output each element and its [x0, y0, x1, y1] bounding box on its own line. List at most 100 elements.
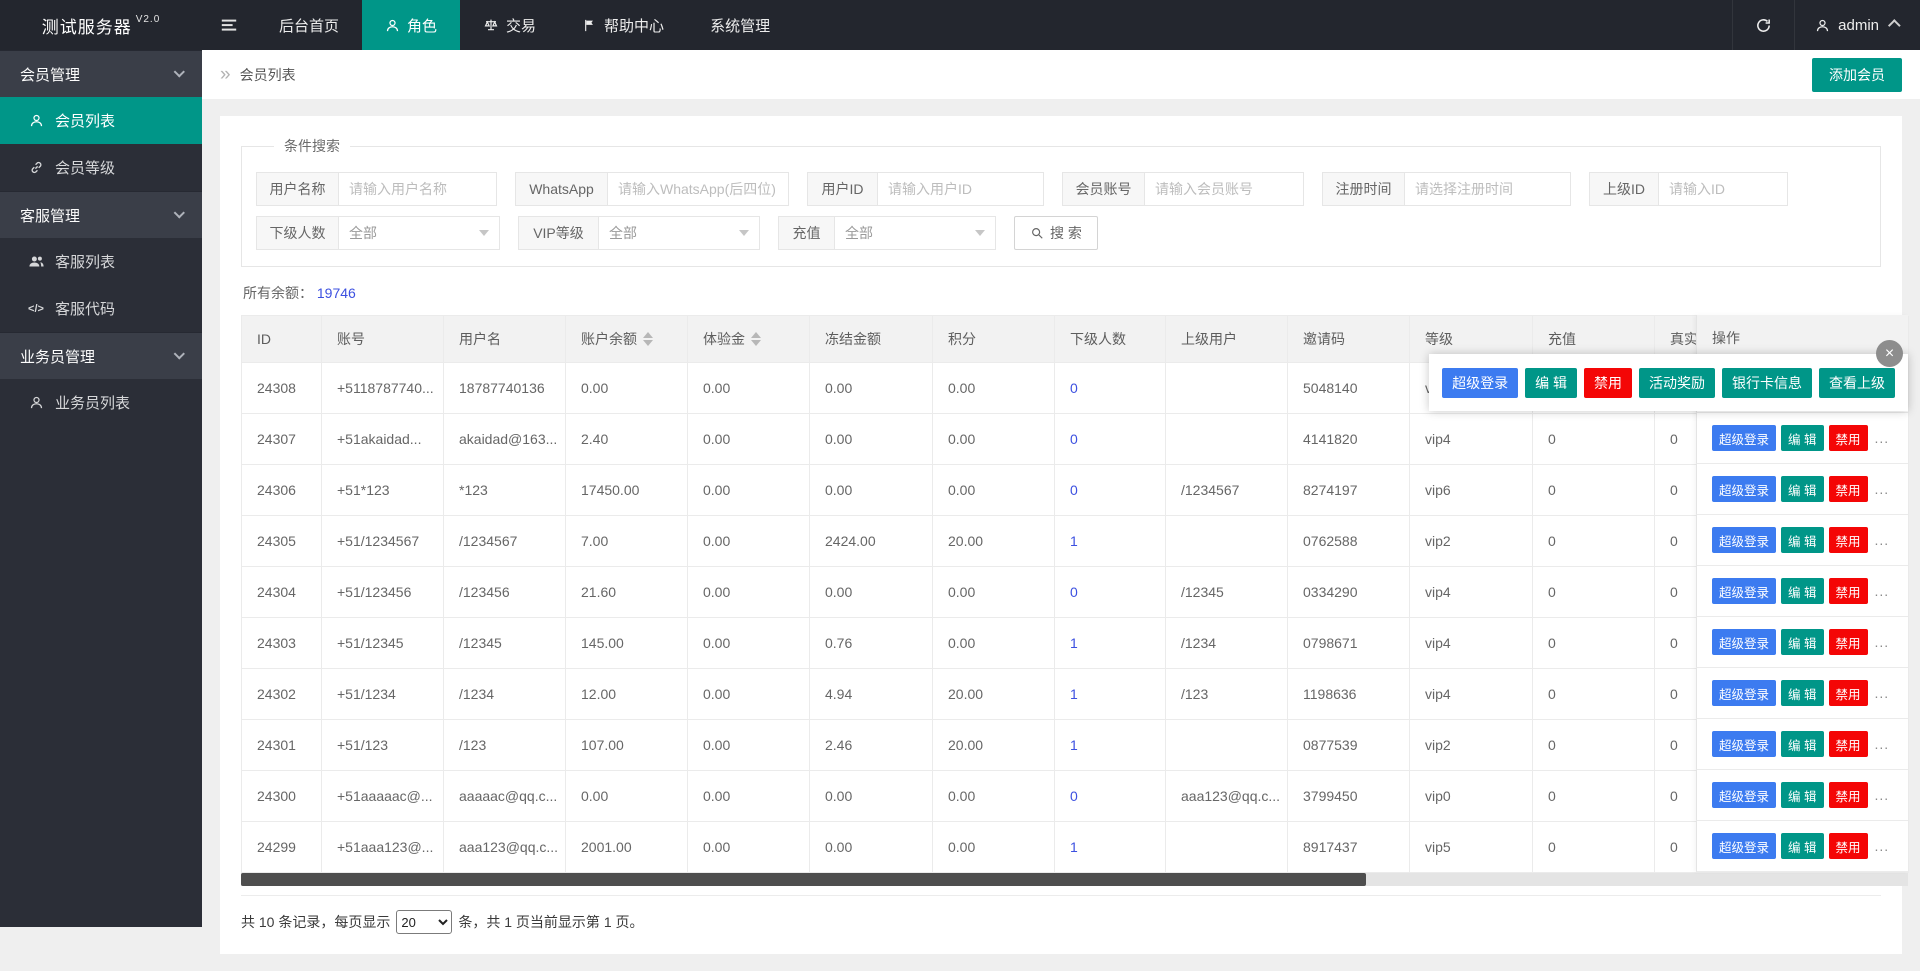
sidebar-section-member-management[interactable]: 会员管理 [0, 50, 202, 97]
super-login-button[interactable]: 超级登录 [1712, 476, 1776, 502]
cell-text: 0.76 [825, 635, 852, 651]
subordinate-count-link[interactable]: 0 [1070, 380, 1078, 396]
sidebar-section-salesman-management[interactable]: 业务员管理 [0, 332, 202, 379]
cell: 18787740136 [444, 363, 566, 414]
subordinate-count-link[interactable]: 0 [1070, 788, 1078, 804]
column-header: 冻结金额 [810, 316, 933, 363]
disable-button[interactable]: 禁用 [1829, 833, 1868, 859]
more-actions[interactable]: ... [1875, 736, 1890, 752]
subordinate-count-link[interactable]: 1 [1070, 635, 1078, 651]
super-login-button[interactable]: 超级登录 [1712, 833, 1776, 859]
more-actions[interactable]: ... [1875, 430, 1890, 446]
sidebar-item-member-level[interactable]: 会员等级 [0, 144, 202, 191]
nav-help[interactable]: 帮助中心 [559, 0, 687, 50]
edit-button[interactable]: 编 辑 [1781, 680, 1823, 706]
edit-button[interactable]: 编 辑 [1781, 782, 1823, 808]
bank-card-button[interactable]: 银行卡信息 [1722, 368, 1812, 398]
super-login-button[interactable]: 超级登录 [1712, 578, 1776, 604]
cell: 24300 [242, 771, 322, 822]
sidebar-item-service-list[interactable]: 客服列表 [0, 238, 202, 285]
refresh-button[interactable] [1732, 0, 1794, 50]
sort-icon[interactable] [751, 332, 761, 346]
nav-role[interactable]: 角色 [362, 0, 460, 50]
subordinate-select-dropdown[interactable]: 全部 [339, 217, 499, 249]
cell: vip2 [1410, 516, 1533, 567]
cell: +51akaidad... [322, 414, 444, 465]
member-account-field-input[interactable] [1145, 173, 1303, 205]
disable-button[interactable]: 禁用 [1829, 425, 1868, 451]
more-actions[interactable]: ... [1875, 481, 1890, 497]
recharge-select-dropdown[interactable]: 全部 [835, 217, 995, 249]
view-parent-button[interactable]: 查看上级 [1819, 368, 1895, 398]
disable-button[interactable]: 禁用 [1829, 629, 1868, 655]
add-member-button[interactable]: 添加会员 [1812, 58, 1902, 92]
nav-home[interactable]: 后台首页 [256, 0, 362, 50]
subordinate-count-link[interactable]: 0 [1070, 431, 1078, 447]
disable-button[interactable]: 禁用 [1829, 527, 1868, 553]
super-login-button[interactable]: 超级登录 [1712, 782, 1776, 808]
disable-button[interactable]: 禁用 [1829, 731, 1868, 757]
subordinate-count-link[interactable]: 1 [1070, 737, 1078, 753]
whatsapp-field-input[interactable] [608, 173, 788, 205]
super-login-button[interactable]: 超级登录 [1442, 368, 1518, 398]
user-icon [27, 395, 45, 410]
page-size-select[interactable]: 20 [396, 910, 452, 934]
balance-value[interactable]: 19746 [317, 285, 356, 301]
more-actions[interactable]: ... [1875, 838, 1890, 854]
nav-trade[interactable]: 交易 [460, 0, 559, 50]
disable-button[interactable]: 禁用 [1829, 578, 1868, 604]
cell: +51/1234567 [322, 516, 444, 567]
super-login-button[interactable]: 超级登录 [1712, 680, 1776, 706]
super-login-button[interactable]: 超级登录 [1712, 527, 1776, 553]
sort-icon[interactable] [643, 332, 653, 346]
search-button[interactable]: 搜 索 [1014, 216, 1098, 250]
userid-field-input[interactable] [878, 173, 1043, 205]
more-actions[interactable]: ... [1875, 685, 1890, 701]
super-login-button[interactable]: 超级登录 [1712, 425, 1776, 451]
cell: 0.00 [933, 822, 1055, 873]
parent-id-field-input[interactable] [1659, 173, 1787, 205]
edit-button[interactable]: 编 辑 [1781, 578, 1823, 604]
username-field-input[interactable] [339, 173, 496, 205]
more-actions[interactable]: ... [1875, 532, 1890, 548]
super-login-button[interactable]: 超级登录 [1712, 731, 1776, 757]
disable-button[interactable]: 禁用 [1829, 476, 1868, 502]
disable-button[interactable]: 禁用 [1829, 680, 1868, 706]
more-actions[interactable]: ... [1875, 634, 1890, 650]
register-time-field-input[interactable] [1405, 173, 1570, 205]
admin-menu[interactable]: admin [1794, 0, 1920, 50]
sidebar-section-service-management[interactable]: 客服管理 [0, 191, 202, 238]
horizontal-scrollbar-thumb[interactable] [241, 873, 1366, 886]
subordinate-count-link[interactable]: 0 [1070, 584, 1078, 600]
sidebar-item-service-code[interactable]: </>客服代码 [0, 285, 202, 332]
edit-button[interactable]: 编 辑 [1781, 833, 1823, 859]
more-actions[interactable]: ... [1875, 583, 1890, 599]
edit-button[interactable]: 编 辑 [1781, 731, 1823, 757]
sidebar-item-member-list[interactable]: 会员列表 [0, 97, 202, 144]
subordinate-select-label: 下级人数 [257, 217, 339, 249]
breadcrumb-bar: » 会员列表 添加会员 [202, 50, 1920, 99]
edit-button[interactable]: 编 辑 [1525, 368, 1577, 398]
nav-system[interactable]: 系统管理 [687, 0, 793, 50]
disable-button[interactable]: 禁用 [1829, 782, 1868, 808]
subordinate-count-link[interactable]: 0 [1070, 482, 1078, 498]
disable-button[interactable]: 禁用 [1584, 368, 1632, 398]
subordinate-count-link[interactable]: 1 [1070, 686, 1078, 702]
activity-reward-button[interactable]: 活动奖励 [1639, 368, 1715, 398]
more-actions[interactable]: ... [1875, 787, 1890, 803]
close-button[interactable]: × [1876, 340, 1903, 367]
edit-button[interactable]: 编 辑 [1781, 527, 1823, 553]
cell-text: 0798671 [1303, 635, 1358, 651]
parent-id-field: 上级ID [1589, 172, 1788, 206]
sidebar-toggle-button[interactable] [202, 0, 256, 50]
super-login-button[interactable]: 超级登录 [1712, 629, 1776, 655]
column-header-label: 充值 [1548, 329, 1576, 349]
cell-text: +51/123456 [337, 584, 411, 600]
subordinate-count-link[interactable]: 1 [1070, 533, 1078, 549]
subordinate-count-link[interactable]: 1 [1070, 839, 1078, 855]
sidebar-item-salesman-list[interactable]: 业务员列表 [0, 379, 202, 426]
edit-button[interactable]: 编 辑 [1781, 629, 1823, 655]
vip-level-select-dropdown[interactable]: 全部 [599, 217, 759, 249]
edit-button[interactable]: 编 辑 [1781, 476, 1823, 502]
edit-button[interactable]: 编 辑 [1781, 425, 1823, 451]
